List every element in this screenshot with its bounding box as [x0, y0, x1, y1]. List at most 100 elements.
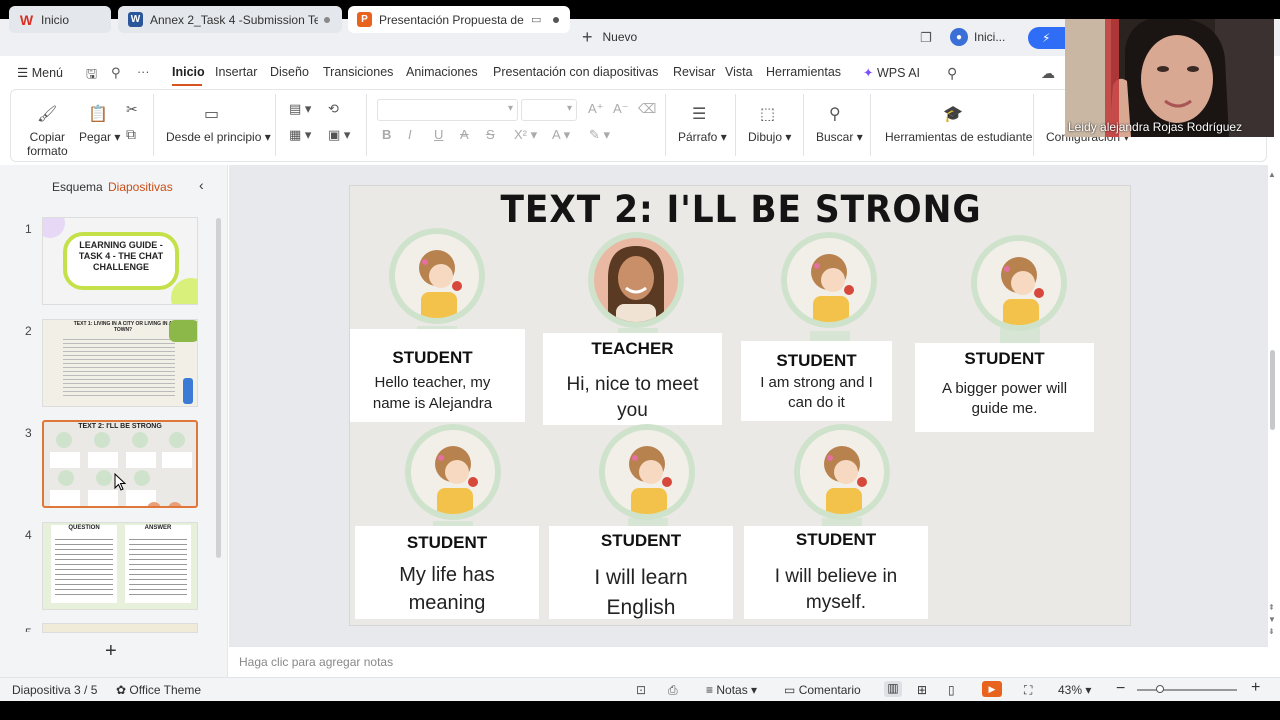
ribbon-separator	[1033, 94, 1034, 156]
dialogue-card[interactable]: STUDENT My life has meaning	[355, 526, 539, 619]
zoom-out-icon[interactable]: −	[1116, 680, 1125, 698]
bold-icon[interactable]: B	[382, 127, 391, 142]
font-family-select[interactable]: ▾	[377, 99, 518, 121]
fit-page-icon[interactable]: ⊡	[636, 683, 646, 697]
play-slideshow-button[interactable]: ▶	[982, 681, 1002, 697]
menu-tab-wps-ai[interactable]: ✦ WPS AI	[863, 65, 920, 80]
font-color-icon[interactable]: A ▾	[552, 127, 570, 143]
panel-scrollbar[interactable]	[216, 218, 221, 558]
slide-thumbnail-5[interactable]	[42, 623, 198, 633]
layout-icon[interactable]: ▤ ▾	[289, 101, 311, 117]
unsaved-dot-icon	[553, 16, 560, 23]
paste-button[interactable]: Pegar ▾	[79, 130, 120, 144]
slide-title[interactable]: TEXT 2: I'LL BE STRONG	[353, 188, 1129, 231]
ribbon-separator	[153, 94, 154, 156]
student-avatar-icon	[781, 232, 877, 328]
tab-word-document[interactable]: W Annex 2_Task 4 -Submission Temp	[118, 6, 342, 33]
decrease-font-icon[interactable]: A⁻	[613, 101, 629, 117]
reset-icon[interactable]: ⟲	[328, 101, 339, 117]
tab-outline[interactable]: Esquema	[52, 180, 103, 194]
dialogue-card[interactable]: STUDENT I am strong and I can do it	[741, 341, 892, 421]
strikethrough-alt-icon[interactable]: S	[486, 127, 495, 142]
thumb-text-lines	[129, 535, 187, 597]
new-tab-button[interactable]: + Nuevo	[582, 25, 637, 49]
plus-icon: +	[582, 26, 593, 47]
menu-tab-presentacion[interactable]: Presentación con diapositivas	[493, 65, 658, 79]
slide-thumbnail-2[interactable]: TEXT 1: LIVING IN A CITY OR LIVING IN A …	[42, 319, 198, 407]
scroll-up-icon[interactable]: ▲	[1268, 170, 1276, 179]
comment-button[interactable]: ▭ Comentario	[784, 683, 861, 697]
dialogue-card[interactable]: STUDENT I will believe in myself.	[744, 526, 928, 619]
menu-tab-animaciones[interactable]: Animaciones	[406, 65, 478, 79]
menu-tab-transiciones[interactable]: Transiciones	[323, 65, 393, 79]
strikethrough-icon[interactable]: A	[460, 127, 469, 142]
thumb-card	[50, 490, 80, 506]
thumb-hover-button[interactable]	[168, 502, 182, 506]
slide-thumbnail-4[interactable]: QUESTION ANSWER	[42, 522, 198, 610]
normal-view-icon[interactable]: ▥	[884, 681, 902, 697]
login-button[interactable]: ● Inici...	[950, 28, 1005, 46]
dialogue-card[interactable]: STUDENT Hello teacher, my name is Alejan…	[350, 329, 525, 422]
window-restore-icon[interactable]: ❐	[920, 30, 932, 46]
zoom-in-icon[interactable]: +	[1251, 679, 1260, 697]
format-painter-small-icon[interactable]: ⚲	[111, 65, 121, 81]
search-icon[interactable]: ⚲	[947, 65, 957, 82]
slide-thumbnail-1[interactable]: LEARNING GUIDE - TASK 4 - THE CHAT CHALL…	[42, 217, 198, 305]
search-ribbon-icon: ⚲	[829, 106, 841, 123]
tab-home[interactable]: W Inicio	[9, 6, 111, 33]
increase-font-icon[interactable]: A⁺	[588, 101, 604, 117]
dialogue-card[interactable]: TEACHER Hi, nice to meet you	[543, 333, 722, 425]
dialogue-card[interactable]: STUDENT I will learn English	[549, 526, 733, 619]
drawing-button[interactable]: Dibujo ▾	[748, 130, 791, 144]
underline-icon[interactable]: U	[434, 127, 443, 142]
copy-format-button[interactable]: Copiar formato	[27, 130, 68, 158]
menu-tab-insertar[interactable]: Insertar	[215, 65, 257, 79]
search-button[interactable]: Buscar ▾	[816, 130, 863, 144]
new-slide-icon[interactable]: ▣ ▾	[328, 127, 350, 143]
menu-tab-inicio[interactable]: Inicio	[172, 65, 205, 79]
menu-tab-vista[interactable]: Vista	[725, 65, 753, 79]
zoom-slider[interactable]	[1137, 689, 1237, 691]
upgrade-button[interactable]: ⚡	[1028, 27, 1068, 49]
menu-tab-diseno[interactable]: Diseño	[270, 65, 309, 79]
speaker-role: STUDENT	[392, 348, 473, 367]
main-menu-button[interactable]: ☰ Menú	[17, 65, 63, 80]
notes-toggle-button[interactable]: ≡ Notas ▾	[706, 683, 757, 697]
zoom-slider-handle[interactable]	[1156, 685, 1164, 693]
menu-tab-revisar[interactable]: Revisar	[673, 65, 715, 79]
italic-icon[interactable]: I	[408, 127, 412, 142]
copy-icon[interactable]: ⧉	[126, 126, 136, 143]
fit-window-icon[interactable]: ⛶	[1024, 683, 1032, 698]
menu-tab-herramientas[interactable]: Herramientas	[766, 65, 841, 79]
student-avatar-icon	[794, 424, 890, 520]
slide-3[interactable]: TEXT 2: I'LL BE STRONG STUDENT Hello tea…	[349, 185, 1131, 626]
notes-placeholder[interactable]: Haga clic para agregar notas	[239, 655, 393, 669]
student-tools-button[interactable]: Herramientas de estudiante	[885, 130, 1032, 144]
section-icon[interactable]: ▦ ▾	[289, 127, 311, 143]
cut-icon[interactable]: ✂	[126, 101, 138, 118]
cloud-icon[interactable]: ☁	[1041, 65, 1055, 82]
clear-format-icon[interactable]: ⌫	[638, 101, 656, 117]
tab-slides[interactable]: Diapositivas	[108, 180, 173, 194]
notes-icon: ≡	[706, 683, 714, 697]
add-slide-button[interactable]: +	[105, 640, 117, 663]
save-icon[interactable]: 🖫	[86, 65, 97, 87]
superscript-icon[interactable]: X² ▾	[514, 127, 537, 143]
highlight-icon[interactable]: ✎ ▾	[589, 127, 610, 143]
page-nav-icon[interactable]: ⇞ ▼ ⇟	[1268, 602, 1276, 638]
from-start-button[interactable]: Desde el principio ▾	[166, 130, 271, 144]
paragraph-button[interactable]: Párrafo ▾	[678, 130, 727, 144]
speaker-role: STUDENT	[964, 349, 1045, 368]
dialogue-card[interactable]: STUDENT A bigger power will guide me.	[915, 343, 1094, 432]
more-icon[interactable]: ···	[137, 65, 150, 79]
collapse-panel-icon[interactable]: ‹	[199, 177, 204, 193]
reading-view-icon[interactable]: ▯	[948, 683, 955, 697]
canvas-scrollbar-thumb[interactable]	[1270, 350, 1275, 430]
protect-icon[interactable]: ⎙	[668, 683, 678, 698]
thumb-hover-button[interactable]	[147, 502, 161, 506]
slide-sorter-icon[interactable]: ⊞	[917, 683, 927, 697]
zoom-level[interactable]: 43% ▾	[1058, 683, 1091, 697]
theme-button[interactable]: ✿ Office Theme	[116, 683, 201, 697]
tab-presentation[interactable]: P Presentación Propuesta de Pr ▭	[348, 6, 570, 33]
font-size-select[interactable]: ▾	[521, 99, 577, 121]
